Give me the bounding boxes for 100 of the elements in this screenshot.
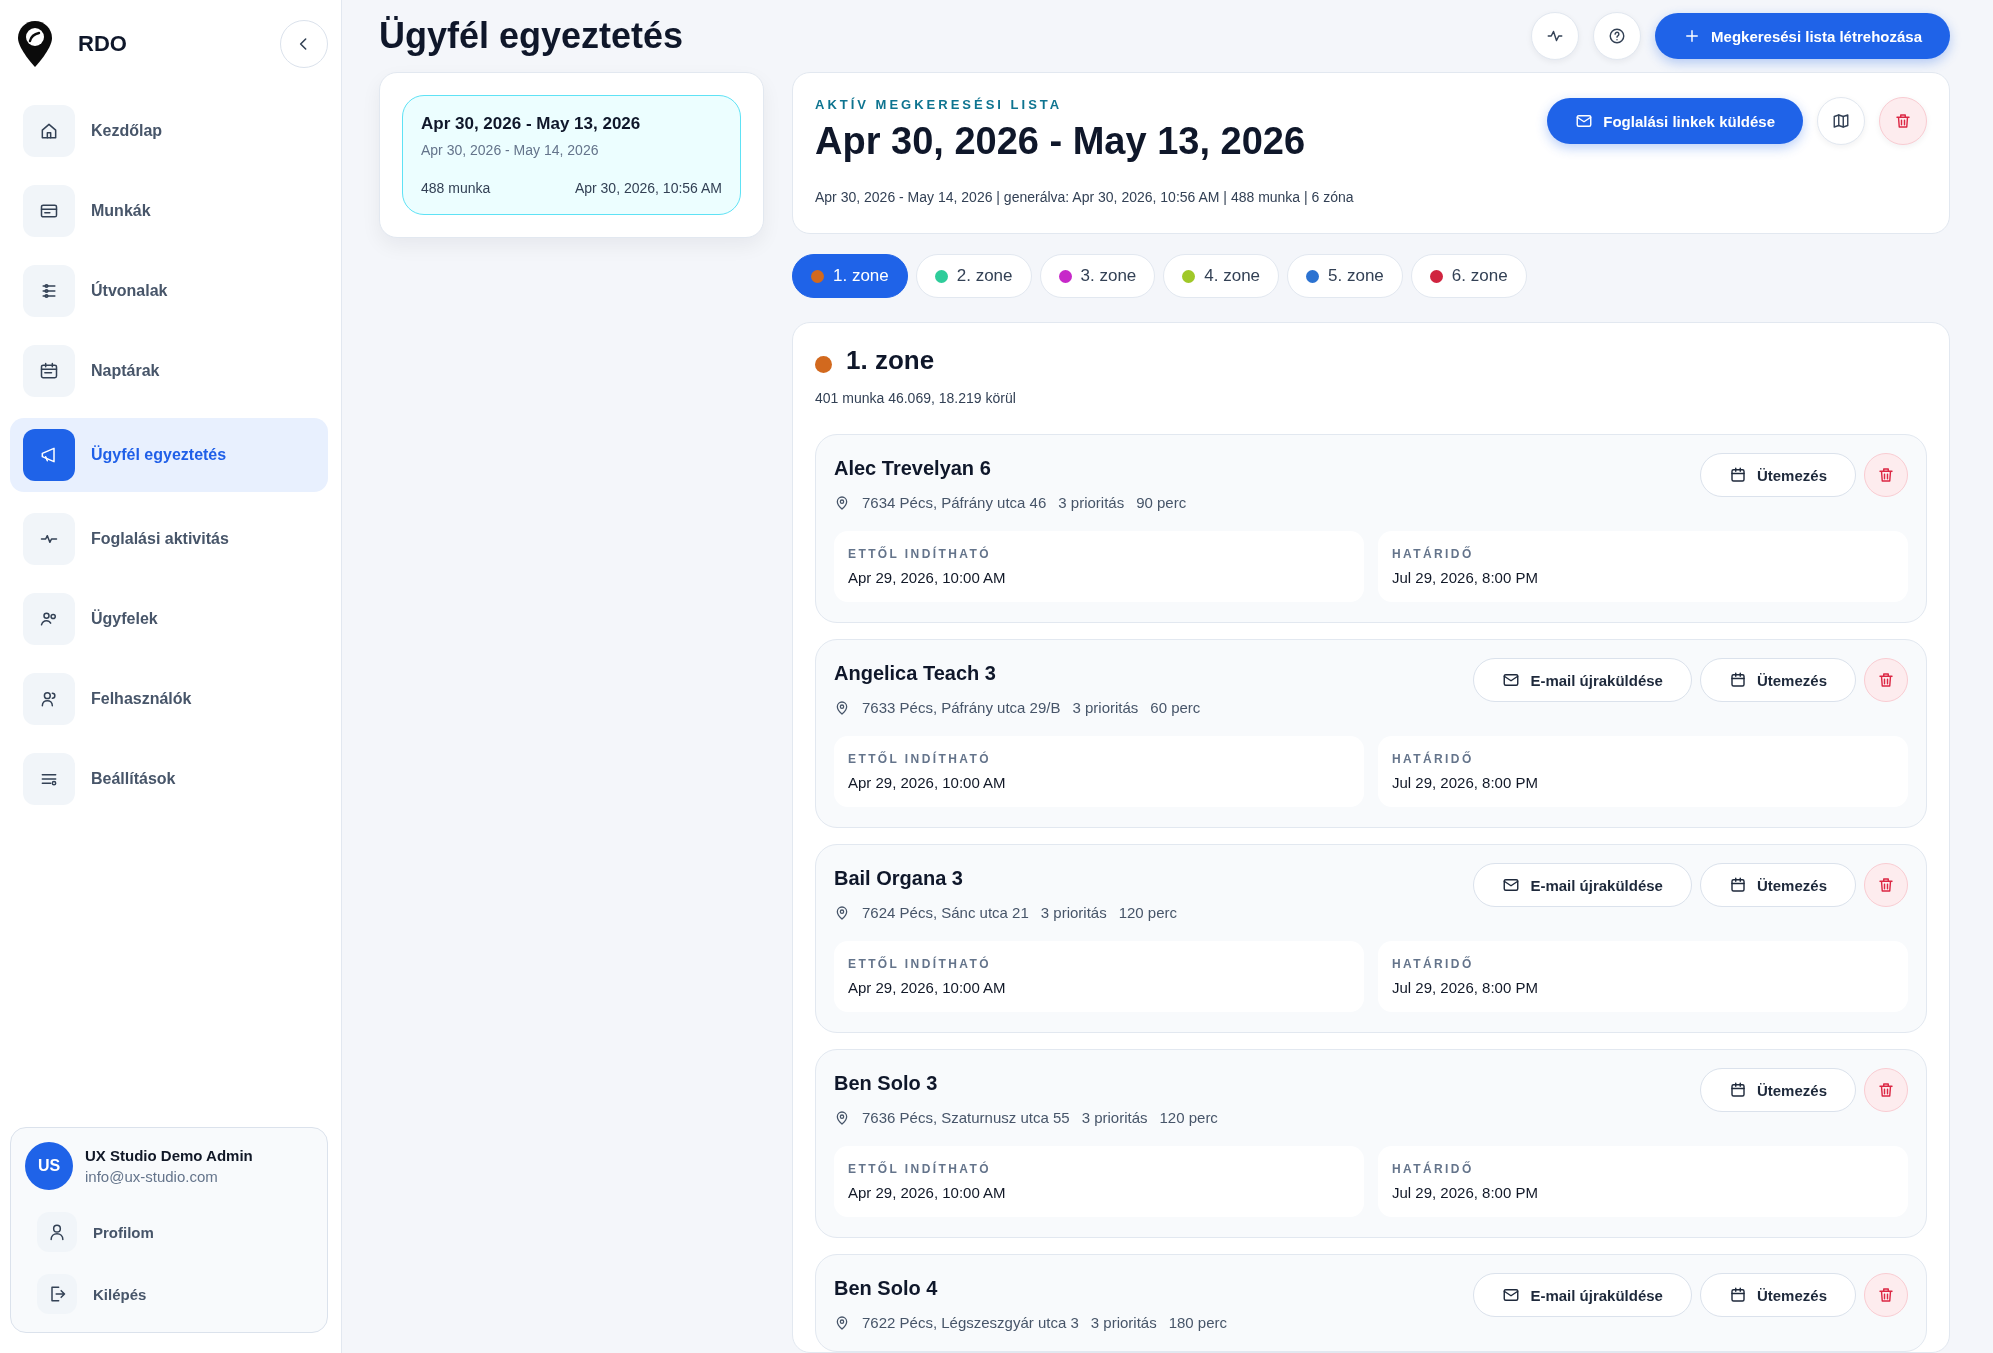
job-name: Bail Organa 3 [834,867,964,890]
user-email: info@ux-studio.com [85,1168,219,1185]
help-icon [1608,27,1627,45]
send-links-button[interactable]: Foglalási linkek küldése [1547,98,1803,144]
schedule-button[interactable]: Ütemezés [1699,1273,1856,1317]
zone-tab[interactable]: 1. zone [792,254,908,298]
job-name: Alec Trevelyan 6 [834,457,992,480]
field-value: Apr 29, 2026, 10:00 AM [848,569,1007,586]
resend-email-button[interactable]: E-mail újraküldése [1473,1273,1692,1317]
zone-title: 1. zone [846,345,935,376]
trash-icon [1877,876,1895,894]
resend-email-button[interactable]: E-mail újraküldése [1473,658,1692,702]
field-label: ETTŐL INDÍTHATÓ [848,957,992,971]
home-icon [39,121,59,141]
location-pin-icon [834,699,850,716]
zone-tab[interactable]: 3. zone [1039,254,1156,298]
field-label: HATÁRIDŐ [1392,547,1475,561]
delete-button[interactable] [1864,1068,1908,1112]
delete-button[interactable] [1864,658,1908,702]
job-duration: 180 perc [1168,1314,1228,1331]
calendar-icon [1728,466,1747,484]
field-label: ETTŐL INDÍTHATÓ [848,547,992,561]
section-label: AKTÍV MEGKERESÉSI LISTA [815,97,1064,112]
location-pin-icon [834,494,850,511]
zone-tab[interactable]: 6. zone [1410,254,1527,298]
user-menu-link[interactable]: Profilom [25,1204,313,1260]
field-label: ETTŐL INDÍTHATÓ [848,1162,992,1176]
calendar-icon [1728,1081,1747,1099]
field-value: Jul 29, 2026, 8:00 PM [1392,569,1539,586]
field-value: Jul 29, 2026, 8:00 PM [1392,979,1539,996]
field-label: ETTŐL INDÍTHATÓ [848,752,992,766]
job-priority: 3 prioritás [1090,1314,1157,1331]
job-address: 7636 Pécs, Szaturnusz utca 55 [862,1109,1070,1126]
mail-icon [1502,1286,1521,1304]
list-range: Apr 30, 2026 - May 14, 2026 [421,142,600,158]
list-item[interactable]: Apr 30, 2026 - May 13, 2026 Apr 30, 2026 - May 14, 2026 488 munka Apr 30, 2026, 10:56 AM [402,95,741,215]
field-value: Apr 29, 2026, 10:00 AM [848,774,1007,791]
job-priority: 3 prioritás [1058,494,1125,511]
job-duration: 90 perc [1136,494,1187,511]
schedule-button[interactable]: Ütemezés [1699,1068,1856,1112]
map-button[interactable] [1817,97,1865,145]
zone-tab[interactable]: 5. zone [1287,254,1403,298]
sidebar-item[interactable]: Kezdőlap [10,98,328,164]
help-button[interactable] [1593,12,1642,60]
job-duration: 120 perc [1118,904,1177,921]
zone-summary: 401 munka 46.069, 18.219 körül [815,390,1017,406]
trash-icon [1877,1081,1895,1099]
create-list-button[interactable]: Megkeresési lista létrehozása [1655,13,1950,59]
zone-tab[interactable]: 4. zone [1163,254,1280,298]
person-icon [47,1222,67,1242]
sidebar-item[interactable]: Útvonalak [10,258,328,324]
user-name: UX Studio Demo Admin [85,1147,253,1164]
trash-icon [1877,671,1895,689]
delete-list-button[interactable] [1879,97,1927,145]
list-title: Apr 30, 2026 - May 13, 2026 [421,114,642,134]
field-label: HATÁRIDŐ [1392,752,1475,766]
calendar-icon [1728,876,1747,894]
calendar-icon [1728,671,1747,689]
job-priority: 3 prioritás [1040,904,1107,921]
delete-button[interactable] [1864,863,1908,907]
field-value: Apr 29, 2026, 10:00 AM [848,1184,1007,1201]
job-duration: 120 perc [1159,1109,1218,1126]
delete-button[interactable] [1864,453,1908,497]
zone-tab[interactable]: 2. zone [915,254,1032,298]
job-address: 7624 Pécs, Sánc utca 21 [862,904,1029,921]
calendar-icon [39,361,59,381]
schedule-button[interactable]: Ütemezés [1699,658,1856,702]
trash-icon [1877,1286,1895,1304]
job-priority: 3 prioritás [1081,1109,1148,1126]
mail-icon [1502,876,1521,894]
trash-icon [1894,112,1912,130]
sidebar-item[interactable]: Ügyfél egyeztetés [10,418,328,492]
job-address: 7622 Pécs, Légszeszgyár utca 3 [862,1314,1079,1331]
user-menu-link[interactable]: Kilépés [25,1266,313,1322]
sidebar-item[interactable]: Foglalási aktivitás [10,506,328,572]
field-value: Apr 29, 2026, 10:00 AM [848,979,1007,996]
page-title: Ügyfél egyeztetés [379,15,685,57]
sidebar-item[interactable]: Ügyfelek [10,586,328,652]
sidebar-item[interactable]: Naptárak [10,338,328,404]
field-label: HATÁRIDŐ [1392,957,1475,971]
trash-icon [1877,466,1895,484]
sidebar-item[interactable]: Munkák [10,178,328,244]
job-address: 7634 Pécs, Páfrány utca 46 [862,494,1047,511]
schedule-button[interactable]: Ütemezés [1699,453,1856,497]
resend-email-button[interactable]: E-mail újraküldése [1473,863,1692,907]
location-pin-icon [834,1314,850,1331]
field-value: Jul 29, 2026, 8:00 PM [1392,1184,1539,1201]
sidebar-item[interactable]: Felhasználók [10,666,328,732]
job-name: Angelica Teach 3 [834,662,997,685]
sidebar-item[interactable]: Beállítások [10,746,328,812]
list-count: 488 munka [421,180,491,196]
job-duration: 60 perc [1150,699,1201,716]
location-pin-icon [834,904,850,921]
location-pin-icon [834,1109,850,1126]
job-address: 7633 Pécs, Páfrány utca 29/B [862,699,1061,716]
field-value: Jul 29, 2026, 8:00 PM [1392,774,1539,791]
list-generated: Apr 30, 2026, 10:56 AM [574,180,722,196]
job-name: Ben Solo 4 [834,1277,939,1300]
schedule-button[interactable]: Ütemezés [1699,863,1856,907]
delete-button[interactable] [1864,1273,1908,1317]
